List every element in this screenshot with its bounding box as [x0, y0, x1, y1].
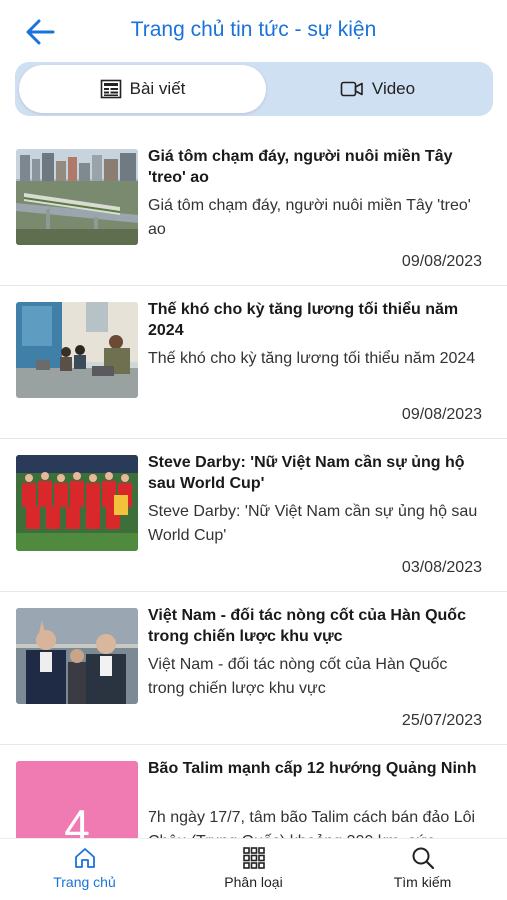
newspaper-icon — [100, 79, 121, 99]
tab-search-label: Tìm kiếm — [393, 874, 452, 890]
article-date: 25/07/2023 — [401, 712, 482, 729]
video-camera-icon — [340, 81, 363, 97]
segmented-control: Bài viết Video — [15, 62, 493, 116]
article-description: Việt Nam - đối tác nòng cốt của Hàn Quốc… — [148, 656, 448, 697]
list-item[interactable]: Giá tôm chạm đáy, người nuôi miền Tây 't… — [0, 133, 507, 286]
tab-search[interactable]: Tìm kiếm — [338, 839, 507, 900]
grid-icon — [242, 847, 265, 869]
thumbnail-number: 4 — [64, 800, 90, 838]
list-item[interactable]: Việt Nam - đối tác nòng cốt của Hàn Quốc… — [0, 592, 507, 745]
page-title: Trang chủ tin tức - sự kiện — [130, 18, 377, 41]
home-icon — [74, 848, 95, 868]
article-thumbnail — [16, 455, 138, 551]
tab-categories[interactable]: Phân loại — [169, 839, 338, 900]
tab-video-label: Video — [371, 79, 416, 98]
article-thumbnail: 4 — [16, 761, 138, 838]
article-title: Bão Talim mạnh cấp 12 hướng Quảng Ninh — [148, 760, 477, 777]
article-title: Giá tôm chạm đáy, người nuôi miền Tây 't… — [148, 148, 453, 186]
tab-articles[interactable]: Bài viết — [19, 65, 266, 113]
article-description: Thế khó cho kỳ tăng lương tối thiểu năm … — [148, 350, 476, 367]
tab-articles-label: Bài viết — [129, 79, 186, 98]
tab-video[interactable]: Video — [266, 65, 489, 113]
article-description: Giá tôm chạm đáy, người nuôi miền Tây 't… — [148, 197, 471, 238]
article-title: Thế khó cho kỳ tăng lương tối thiểu năm … — [148, 301, 459, 339]
article-title: Việt Nam - đối tác nòng cốt của Hàn Quốc… — [148, 607, 466, 645]
article-description: 7h ngày 17/7, tâm bão Talim cách bán đảo… — [148, 809, 476, 838]
article-list[interactable]: Giá tôm chạm đáy, người nuôi miền Tây 't… — [0, 133, 507, 838]
bottom-tab-bar: Trang chủ Phân loại Tìm kiếm — [0, 838, 507, 900]
article-description: Steve Darby: 'Nữ Việt Nam cần sự ủng hộ … — [148, 503, 478, 544]
tab-home-label: Trang chủ — [53, 874, 116, 890]
list-item[interactable]: 4 Bão Talim mạnh cấp 12 hướng Quảng Ninh… — [0, 745, 507, 838]
header: Trang chủ tin tức - sự kiện — [0, 0, 507, 62]
article-title: Steve Darby: 'Nữ Việt Nam cần sự ủng hộ … — [148, 454, 465, 492]
article-thumbnail — [16, 608, 138, 704]
article-thumbnail — [16, 302, 138, 398]
article-date: 09/08/2023 — [401, 406, 482, 423]
tab-home[interactable]: Trang chủ — [0, 839, 169, 900]
article-thumbnail — [16, 149, 138, 245]
search-icon — [412, 847, 434, 870]
tab-categories-label: Phân loại — [224, 874, 283, 890]
article-date: 03/08/2023 — [401, 559, 482, 576]
list-item[interactable]: Thế khó cho kỳ tăng lương tối thiểu năm … — [0, 286, 507, 439]
list-item[interactable]: Steve Darby: 'Nữ Việt Nam cần sự ủng hộ … — [0, 439, 507, 592]
article-date: 09/08/2023 — [401, 253, 482, 270]
